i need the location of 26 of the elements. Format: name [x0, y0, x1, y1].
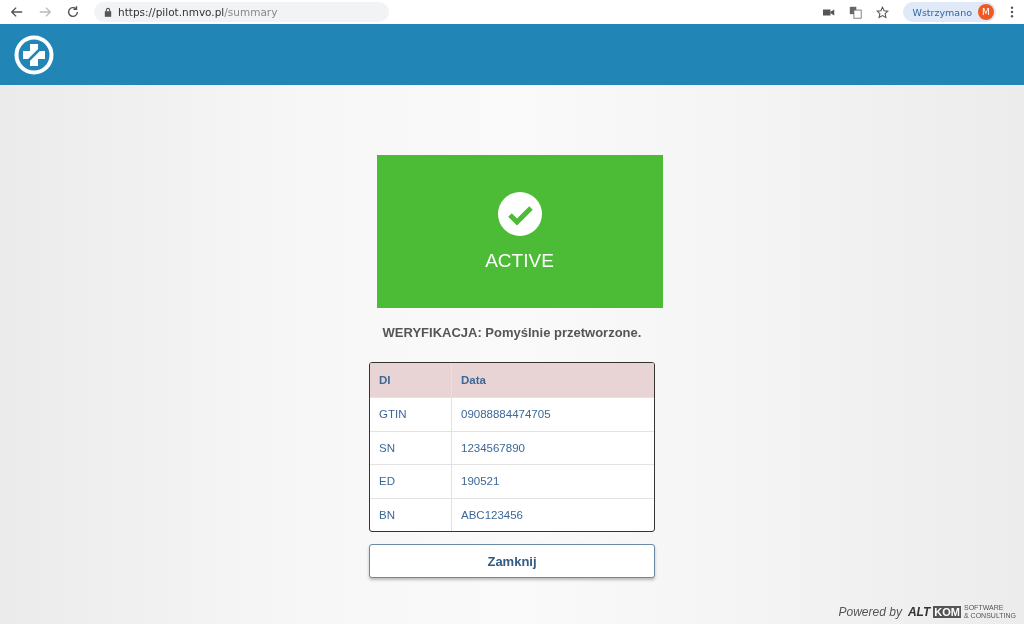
table-cell: BN — [370, 498, 452, 531]
powered-by-text: Powered by — [838, 605, 902, 619]
logo-text: KOM — [933, 606, 961, 618]
column-header: DI — [370, 363, 452, 397]
profile-button[interactable]: Wstrzymano M — [902, 2, 996, 22]
table-cell: SN — [370, 431, 452, 464]
avatar: M — [978, 4, 994, 20]
table-cell-text: 09088884474705 — [460, 407, 552, 423]
camera-icon[interactable] — [822, 7, 835, 17]
table-cell-text: 190521 — [460, 474, 501, 490]
table-cell-text: ABC123456 — [460, 507, 525, 523]
menu-icon[interactable] — [1010, 6, 1014, 18]
column-header: Data — [460, 373, 487, 388]
checkmark-icon — [497, 191, 542, 236]
star-icon[interactable] — [875, 5, 889, 19]
verification-message: WERYFIKACJA: Pomyślnie przetworzone. — [382, 325, 642, 342]
table-cell-text: 1234567890 — [460, 440, 526, 456]
logo-text: ALT — [907, 605, 931, 619]
address-bar[interactable]: https://pilot.nmvo.pl/summary — [94, 2, 389, 22]
reload-icon[interactable] — [66, 5, 80, 19]
cross-logo-icon[interactable] — [14, 34, 54, 75]
status-label: ACTIVE — [485, 249, 554, 272]
close-button[interactable]: Zamknij — [369, 544, 655, 578]
table-cell: ED — [370, 465, 452, 498]
table-cell: GTIN — [370, 398, 452, 431]
back-icon[interactable] — [10, 5, 24, 19]
